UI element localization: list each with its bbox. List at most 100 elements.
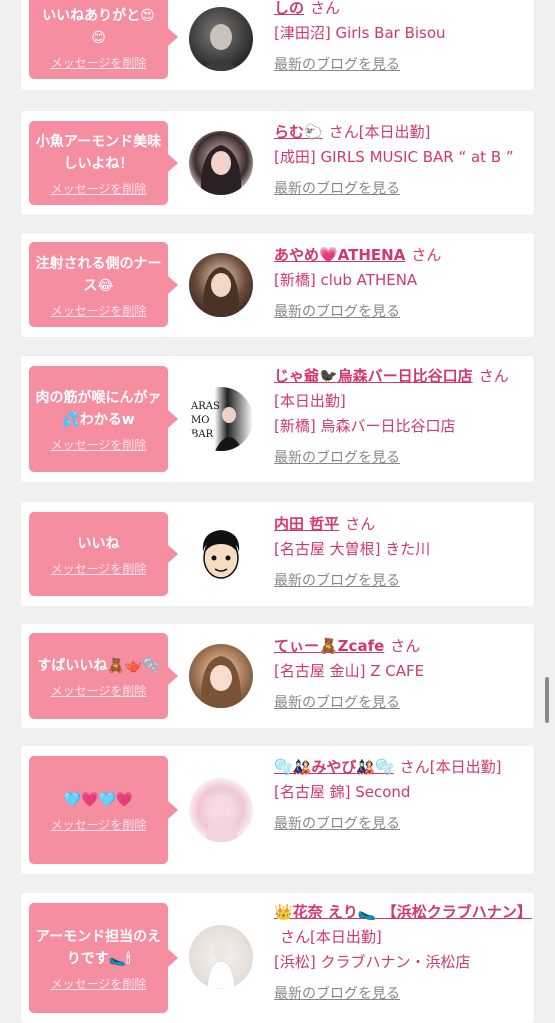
svg-text:ARAS: ARAS bbox=[190, 401, 220, 412]
cast-name-link[interactable]: てぃー🧸Zcafe bbox=[274, 637, 384, 655]
shop-name: [成田] GIRLS MUSIC BAR “ at B ” bbox=[274, 148, 514, 166]
latest-blog-link[interactable]: 最新のブログを見る bbox=[274, 54, 529, 76]
list-item: いいね メッセージを削除 内田 哲平 さん [名古屋 大曽根] きた川 最新のブロ… bbox=[21, 502, 534, 606]
delete-message-link[interactable]: メッセージを削除 bbox=[51, 683, 147, 699]
san-suffix: さん bbox=[280, 928, 311, 946]
message-bubble: 注射される側のナース😂 メッセージを削除 bbox=[29, 242, 178, 327]
list-item: 🩵💗🩵💗 メッセージを削除 🫧🎎みやび🎎🫧 さん[本日出勤] [名古屋 錦] Se… bbox=[21, 746, 534, 874]
list-item: いいねありがと😍😊 メッセージを削除 しの さん [津田沼] Girls Bar … bbox=[21, 0, 534, 90]
profile-photo-icon bbox=[200, 145, 242, 195]
latest-blog-link[interactable]: 最新のブログを見る bbox=[274, 813, 529, 835]
san-suffix: さん bbox=[390, 637, 421, 655]
cast-info: じゃ爺🐦‍⬛烏森バー日比谷口店 さん [本日出勤] [新橋] 烏森バー日比谷口店 最… bbox=[274, 364, 529, 469]
shop-name: [浜松] クラブハナン・浜松店 bbox=[274, 953, 471, 971]
avatar[interactable] bbox=[189, 131, 253, 195]
latest-blog-link[interactable]: 最新のブログを見る bbox=[274, 570, 529, 592]
san-suffix: さん bbox=[411, 246, 442, 264]
message-text: 🩵💗🩵💗 bbox=[63, 792, 134, 808]
cast-name-link[interactable]: しの bbox=[274, 0, 304, 17]
status-badge: [本日出勤] bbox=[310, 928, 382, 946]
delete-message-link[interactable]: メッセージを削除 bbox=[51, 437, 147, 453]
avatar[interactable] bbox=[189, 925, 253, 989]
profile-photo-icon bbox=[205, 795, 238, 842]
message-bubble: すばいいね🧸🫖🫧 メッセージを削除 bbox=[29, 633, 178, 719]
scrollbar[interactable] bbox=[545, 677, 549, 723]
name-line: 🫧🎎みやび🎎🫧 さん[本日出勤] bbox=[274, 755, 529, 780]
name-line: 内田 哲平 さん bbox=[274, 512, 529, 537]
delete-message-link[interactable]: メッセージを削除 bbox=[51, 817, 147, 833]
list-item: 肉の筋が喉にんがァ💦わかるw メッセージを削除 ARAS MO BAR じゃ爺🐦… bbox=[21, 356, 534, 482]
delete-message-link[interactable]: メッセージを削除 bbox=[51, 561, 147, 577]
cast-name-link[interactable]: あやめ💗ATHENA bbox=[274, 246, 405, 264]
message-text: 注射される側のナース😂 bbox=[35, 255, 162, 294]
avatar[interactable] bbox=[189, 522, 253, 586]
list-item: すばいいね🧸🫖🫧 メッセージを削除 てぃー🧸Zcafe さん [名古屋 金山] Z… bbox=[21, 624, 534, 728]
cast-info: 内田 哲平 さん [名古屋 大曽根] きた川 最新のブログを見る bbox=[274, 512, 529, 592]
message-text: いいね bbox=[77, 536, 120, 552]
cartoon-face-icon bbox=[202, 530, 240, 579]
avatar[interactable]: ARAS MO BAR bbox=[189, 387, 253, 451]
message-bubble: 🩵💗🩵💗 メッセージを削除 bbox=[29, 756, 178, 864]
message-bubble: 小魚アーモンド美味しいよね！ メッセージを削除 bbox=[29, 121, 178, 205]
list-item: 注射される側のナース😂 メッセージを削除 あやめ💗ATHENA さん [新橋] c… bbox=[21, 233, 534, 337]
latest-blog-link[interactable]: 最新のブログを見る bbox=[274, 178, 529, 200]
status-badge: [本日出勤] bbox=[358, 123, 431, 141]
name-line: らむ🐑 さん[本日出勤] bbox=[274, 120, 529, 145]
cast-info: らむ🐑 さん[本日出勤] [成田] GIRLS MUSIC BAR “ at B … bbox=[274, 120, 529, 200]
message-bubble: アーモンド担当のえりです🥿🕯 メッセージを削除 bbox=[29, 903, 178, 1013]
shop-name: [名古屋 金山] Z CAFE bbox=[274, 662, 425, 680]
name-line: あやめ💗ATHENA さん bbox=[274, 243, 529, 268]
message-text: いいねありがと😍😊 bbox=[42, 8, 155, 46]
profile-photo-icon bbox=[203, 24, 239, 71]
avatar[interactable] bbox=[189, 778, 253, 842]
cast-name-link[interactable]: 👑花奈 えり🥿 【浜松クラブハナン】 bbox=[274, 903, 532, 921]
san-suffix: さん bbox=[345, 515, 376, 533]
svg-text:MO: MO bbox=[191, 415, 209, 426]
san-suffix: さん bbox=[399, 758, 430, 776]
message-bubble: いいねありがと😍😊 メッセージを削除 bbox=[29, 0, 178, 79]
message-bubble: 肉の筋が喉にんがァ💦わかるw メッセージを削除 bbox=[29, 366, 178, 472]
delete-message-link[interactable]: メッセージを削除 bbox=[51, 181, 147, 197]
name-line: じゃ爺🐦‍⬛烏森バー日比谷口店 さん [本日出勤] bbox=[274, 364, 529, 414]
cast-name-link[interactable]: じゃ爺🐦‍⬛烏森バー日比谷口店 bbox=[274, 367, 473, 385]
shop-name: [名古屋 大曽根] きた川 bbox=[274, 540, 431, 558]
svg-text:BAR: BAR bbox=[191, 429, 214, 440]
avatar[interactable] bbox=[189, 253, 253, 317]
cast-info: 🫧🎎みやび🎎🫧 さん[本日出勤] [名古屋 錦] Second 最新のブログを見る bbox=[274, 755, 529, 835]
avatar[interactable] bbox=[189, 644, 253, 708]
latest-blog-link[interactable]: 最新のブログを見る bbox=[274, 983, 529, 1005]
delete-message-link[interactable]: メッセージを削除 bbox=[51, 303, 147, 319]
latest-blog-link[interactable]: 最新のブログを見る bbox=[274, 692, 529, 714]
shop-name: [新橋] 烏森バー日比谷口店 bbox=[274, 417, 456, 435]
shop-name: [新橋] club ATHENA bbox=[274, 271, 418, 289]
status-badge: [本日出勤] bbox=[274, 392, 346, 410]
name-line: 👑花奈 えり🥿 【浜松クラブハナン】さん[本日出勤] bbox=[274, 900, 532, 950]
list-item: アーモンド担当のえりです🥿🕯 メッセージを削除 👑花奈 えり🥿 【浜松クラブハナ… bbox=[21, 893, 534, 1023]
shop-name: [名古屋 錦] Second bbox=[274, 783, 411, 801]
delete-message-link[interactable]: メッセージを削除 bbox=[51, 976, 147, 992]
profile-photo-icon bbox=[206, 941, 236, 989]
cast-info: てぃー🧸Zcafe さん [名古屋 金山] Z CAFE 最新のブログを見る bbox=[274, 634, 529, 714]
profile-photo-icon: ARAS MO BAR bbox=[190, 401, 243, 451]
cast-name-link[interactable]: らむ🐑 bbox=[274, 123, 323, 141]
avatar[interactable] bbox=[189, 7, 253, 71]
cast-name-link[interactable]: 内田 哲平 bbox=[274, 515, 339, 533]
profile-photo-icon bbox=[202, 267, 240, 317]
message-text: アーモンド担当のえりです🥿🕯 bbox=[35, 929, 162, 967]
shop-name: [津田沼] Girls Bar Bisou bbox=[274, 24, 446, 42]
delete-message-link[interactable]: メッセージを削除 bbox=[51, 55, 147, 71]
message-text: 小魚アーモンド美味しいよね！ bbox=[35, 134, 162, 172]
name-line: しの さん bbox=[274, 0, 529, 21]
cast-info: 👑花奈 えり🥿 【浜松クラブハナン】さん[本日出勤] [浜松] クラブハナン・浜… bbox=[274, 900, 532, 1005]
name-line: てぃー🧸Zcafe さん bbox=[274, 634, 529, 659]
san-suffix: さん bbox=[328, 123, 359, 141]
cast-name-link[interactable]: 🫧🎎みやび🎎🫧 bbox=[274, 758, 394, 776]
san-suffix: さん bbox=[310, 0, 341, 17]
san-suffix: さん bbox=[478, 367, 509, 385]
latest-blog-link[interactable]: 最新のブログを見る bbox=[274, 447, 529, 469]
list-item: 小魚アーモンド美味しいよね！ メッセージを削除 らむ🐑 さん[本日出勤] [成田]… bbox=[21, 111, 534, 215]
cast-info: あやめ💗ATHENA さん [新橋] club ATHENA 最新のブログを見る bbox=[274, 243, 529, 323]
message-bubble: いいね メッセージを削除 bbox=[29, 512, 178, 596]
cast-info: しの さん [津田沼] Girls Bar Bisou 最新のブログを見る bbox=[274, 0, 529, 76]
latest-blog-link[interactable]: 最新のブログを見る bbox=[274, 301, 529, 323]
